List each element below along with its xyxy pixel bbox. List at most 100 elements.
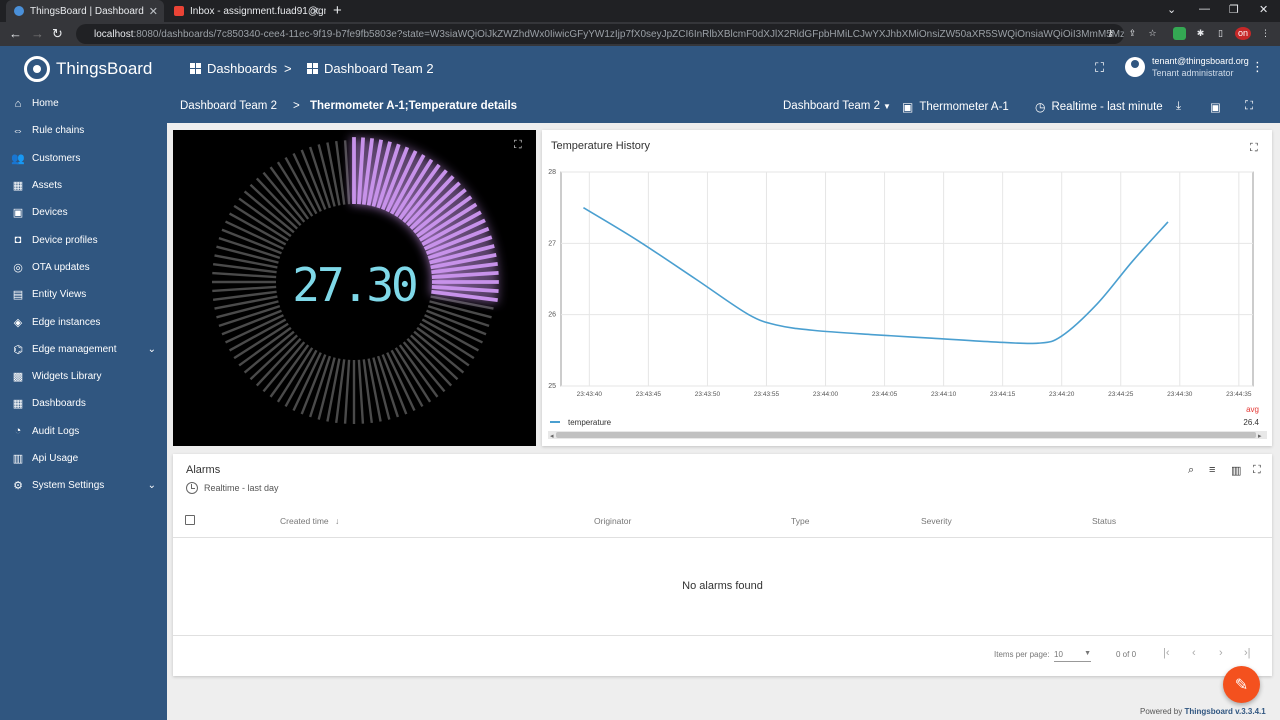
export-image-icon[interactable]: ▣: [1210, 100, 1221, 114]
scroll-right-icon[interactable]: ▸: [1258, 433, 1262, 440]
url-field[interactable]: localhost:8080/dashboards/7c850340-cee4-…: [76, 24, 1124, 44]
columns-icon[interactable]: ▥: [1231, 464, 1241, 477]
widgets-library-icon: ▩: [12, 371, 24, 384]
chart-y-tick-label: 27: [548, 240, 556, 247]
column-severity[interactable]: Severity: [921, 516, 952, 526]
column-status[interactable]: Status: [1092, 516, 1116, 526]
close-tab-icon[interactable]: ✕: [149, 5, 158, 18]
chevron-down-icon[interactable]: ⌄: [148, 480, 156, 491]
alarms-widget: Alarms Realtime - last day ⌕ ≡ ▥ ⛶ Creat…: [173, 454, 1272, 676]
sidebar-item-customers[interactable]: 👥 Customers: [0, 145, 167, 172]
back-icon[interactable]: ←: [9, 26, 22, 41]
extensions-puzzle-icon[interactable]: ✱: [1194, 27, 1207, 40]
chevron-down-icon[interactable]: ⌄: [148, 344, 156, 355]
reload-icon[interactable]: ↻: [52, 26, 63, 42]
first-page-icon[interactable]: |‹: [1163, 647, 1170, 659]
sidebar-item-device-profiles[interactable]: ◘ Device profiles: [0, 226, 167, 253]
window-close-icon[interactable]: ✕: [1259, 3, 1268, 16]
key-icon[interactable]: ⚷: [1104, 27, 1117, 40]
gauge-tick-inactive: [212, 285, 277, 293]
edge-management-icon: ⌬: [13, 343, 23, 356]
browser-tab-thingsboard[interactable]: ThingsBoard | Dashboard ✕: [6, 0, 164, 22]
more-vert-icon[interactable]: ⋮: [1251, 59, 1264, 75]
chart-scrollbar-thumb[interactable]: [556, 432, 1256, 438]
sidebar-item-home[interactable]: ⌂ Home: [0, 90, 167, 117]
next-page-icon[interactable]: ›: [1219, 647, 1223, 659]
page-range-text: 0 of 0: [1116, 650, 1137, 659]
gauge-tick-active: [357, 137, 365, 205]
alarms-timewindow[interactable]: Realtime - last day: [186, 482, 279, 494]
thingsboard-logo-icon: [24, 56, 50, 82]
sidebar-item-rule-chains[interactable]: ⇔ Rule chains: [0, 117, 167, 144]
sidebar-item-dashboards[interactable]: ▦ Dashboards: [0, 390, 167, 417]
dashboard-state-select[interactable]: Dashboard Team 2 ▼: [783, 100, 891, 112]
chart-x-tick-label: 23:44:35: [1226, 391, 1252, 398]
edit-pencil-icon: ✎: [1234, 676, 1249, 694]
last-page-icon[interactable]: ›|: [1244, 647, 1251, 659]
alarms-paginator: Items per page: 10 ▼ 0 of 0 |‹ ‹ › ›|: [173, 635, 1272, 676]
fullscreen-icon[interactable]: ⛶: [1095, 60, 1104, 76]
empty-state-text: No alarms found: [682, 580, 763, 592]
alarms-table-header: Created time ↓ Originator Type Severity …: [173, 510, 1272, 538]
tab-search-icon[interactable]: ⌄: [1167, 3, 1176, 16]
chart-x-tick-label: 23:44:15: [990, 391, 1016, 398]
sidebar-item-ota-updates[interactable]: ◎ OTA updates: [0, 254, 167, 281]
sidebar-item-assets[interactable]: ▦ Assets: [0, 172, 167, 199]
side-panel-icon[interactable]: ▯: [1214, 27, 1227, 40]
gauge-svg: 27.30: [212, 137, 499, 424]
select-all-checkbox[interactable]: [185, 515, 195, 525]
scroll-left-icon[interactable]: ◂: [550, 433, 554, 440]
sidebar-item-widgets-library[interactable]: ▩ Widgets Library: [0, 363, 167, 390]
chart-x-tick-label: 23:44:25: [1108, 391, 1134, 398]
chart-y-tick-label: 28: [548, 169, 556, 176]
sidebar: ThingsBoard ⌂ Home ⇔ Rule chains 👥 Customers ▦…: [0, 46, 167, 720]
search-icon[interactable]: ⌕: [1188, 464, 1194, 477]
thingsboard-logo[interactable]: ThingsBoard: [24, 56, 152, 82]
edit-dashboard-button[interactable]: ✎: [1223, 666, 1260, 703]
close-tab-icon[interactable]: ✕: [311, 5, 320, 18]
dashboard-fullscreen-icon[interactable]: ⛶: [1245, 100, 1253, 113]
sidebar-item-edge-management[interactable]: ⌬ Edge management ⌄: [0, 336, 167, 363]
export-download-icon[interactable]: ⤓: [1176, 100, 1181, 113]
filter-icon[interactable]: ≡: [1209, 464, 1215, 476]
minimize-icon[interactable]: —: [1199, 3, 1210, 15]
new-tab-icon[interactable]: +: [333, 2, 342, 19]
dashboard-crumb-root[interactable]: Dashboard Team 2: [180, 100, 277, 112]
dropdown-arrow-icon: ▼: [882, 101, 891, 111]
browser-address-bar: ← → ↻ localhost:8080/dashboards/7c850340…: [0, 22, 1280, 46]
profile-badge[interactable]: on: [1235, 27, 1251, 40]
sidebar-item-api-usage[interactable]: ▥ Api Usage: [0, 445, 167, 472]
user-role: Tenant administrator: [1152, 68, 1234, 78]
sidebar-item-audit-logs[interactable]: ◔ Audit Logs: [0, 418, 167, 445]
sidebar-item-label: Audit Logs: [32, 425, 80, 437]
browser-tab-inbox[interactable]: Inbox - assignment.fuad91@gma... ✕: [166, 0, 326, 22]
gauge-tick-active: [431, 271, 499, 279]
share-icon[interactable]: ⇪: [1126, 27, 1139, 40]
column-type[interactable]: Type: [791, 516, 809, 526]
browser-menu-icon[interactable]: ⋮: [1259, 27, 1272, 40]
previous-page-icon[interactable]: ‹: [1192, 647, 1196, 659]
extension-drive-icon[interactable]: [1173, 27, 1186, 40]
chart-x-tick-label: 23:43:45: [636, 391, 662, 398]
forward-icon[interactable]: →: [31, 26, 44, 41]
sidebar-item-system-settings[interactable]: ⚙ System Settings ⌄: [0, 472, 167, 499]
sidebar-item-label: Device profiles: [32, 234, 98, 246]
alarms-fullscreen-icon[interactable]: ⛶: [1253, 464, 1261, 477]
bookmark-star-icon[interactable]: ☆: [1146, 27, 1159, 40]
sidebar-item-label: Rule chains: [32, 125, 85, 137]
column-originator[interactable]: Originator: [594, 516, 631, 526]
items-per-page-select[interactable]: 10 ▼: [1054, 650, 1091, 662]
dashboard-icon: [307, 63, 318, 74]
user-menu[interactable]: tenant@thingsboard.org Tenant administra…: [1125, 55, 1249, 79]
gauge-fullscreen-icon[interactable]: ⛶: [514, 139, 522, 152]
column-created-time[interactable]: Created time ↓: [280, 516, 339, 526]
version-link[interactable]: Thingsboard v.3.3.4.1: [1184, 707, 1265, 716]
sidebar-item-edge-instances[interactable]: ◈ Edge instances: [0, 308, 167, 335]
restore-icon[interactable]: ❐: [1229, 3, 1239, 16]
sidebar-item-devices[interactable]: ▣ Devices: [0, 199, 167, 226]
entity-alias-select[interactable]: ▣ Thermometer A-1: [902, 100, 1009, 114]
timewindow-button[interactable]: ◷ Realtime - last minute: [1035, 100, 1163, 114]
breadcrumb-dashboards[interactable]: Dashboards: [190, 61, 277, 76]
sidebar-item-label: Edge management: [32, 343, 117, 355]
sidebar-item-entity-views[interactable]: ▤ Entity Views: [0, 281, 167, 308]
